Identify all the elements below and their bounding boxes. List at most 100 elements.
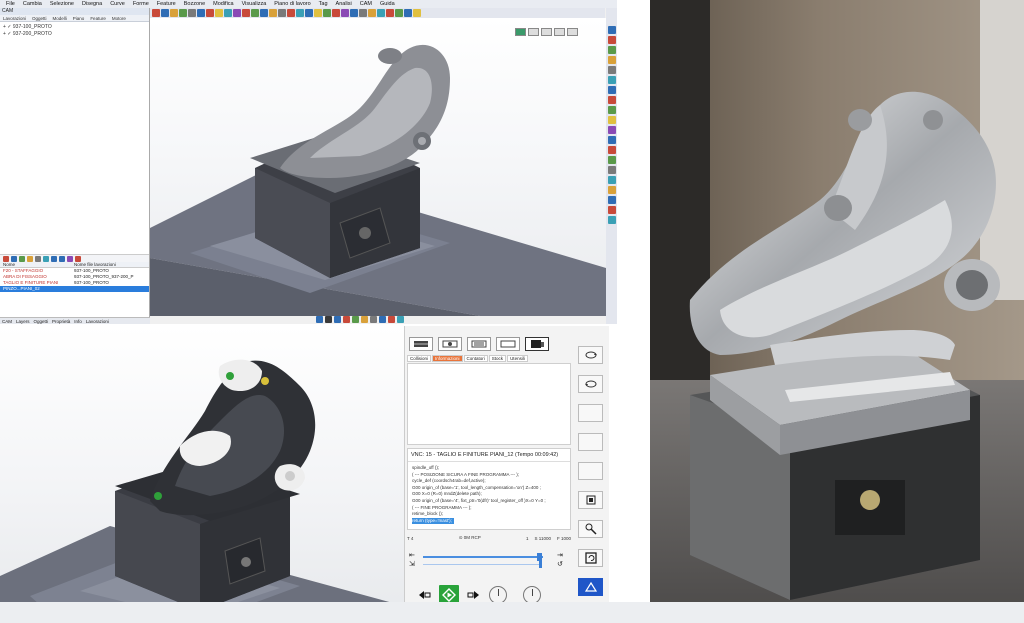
stock-view-button[interactable] <box>409 337 433 351</box>
tool-icon[interactable] <box>332 9 340 17</box>
tool-icon[interactable] <box>296 9 304 17</box>
bottom-tab[interactable]: Lavorazioni <box>84 318 111 324</box>
tool-icon[interactable] <box>161 9 169 17</box>
tree-item[interactable]: + ✓ 937-200_PROTO <box>3 31 146 38</box>
sim-tab[interactable]: Stock <box>488 355 507 362</box>
panel-tab[interactable]: Motore <box>109 15 129 21</box>
tool-icon[interactable] <box>607 106 616 114</box>
view-front-icon[interactable] <box>554 28 565 36</box>
menu-item-piano-di-lavoro[interactable]: Piano di lavoro <box>270 0 314 8</box>
rotate-view-button[interactable] <box>578 346 603 364</box>
tool-icon[interactable] <box>607 186 616 194</box>
step-forward-button[interactable] <box>467 589 481 601</box>
sim-tab[interactable]: Utensili <box>507 355 528 362</box>
tool-icon[interactable] <box>350 9 358 17</box>
sim-tab[interactable]: Informazioni <box>432 355 463 362</box>
tool-icon[interactable] <box>607 206 616 214</box>
menu-item-disegna[interactable]: Disegna <box>78 0 106 8</box>
tool-icon[interactable] <box>224 9 232 17</box>
tool-icon[interactable] <box>607 96 616 104</box>
bottom-tab[interactable]: Info <box>72 318 84 324</box>
tool-icon[interactable] <box>413 9 421 17</box>
tool-icon[interactable] <box>343 316 350 323</box>
bottom-tab[interactable]: CAM <box>0 318 14 324</box>
tool-icon[interactable] <box>379 316 386 323</box>
machine-view-button[interactable] <box>525 337 549 351</box>
menu-item-bozzone[interactable]: Bozzone <box>180 0 209 8</box>
tool-icon[interactable] <box>215 9 223 17</box>
sim-tab[interactable]: Collisioni <box>407 355 432 362</box>
tool-icon[interactable] <box>179 9 187 17</box>
tool-icon[interactable] <box>287 9 295 17</box>
tool-icon[interactable] <box>341 9 349 17</box>
tool-icon[interactable] <box>607 136 616 144</box>
tool-icon[interactable] <box>395 9 403 17</box>
step-back-button[interactable] <box>417 589 431 601</box>
tool-icon[interactable] <box>170 9 178 17</box>
tool-icon[interactable] <box>316 316 323 323</box>
tool-icon[interactable] <box>607 116 616 124</box>
toolpath-view-button[interactable] <box>467 337 491 351</box>
view-top-icon[interactable] <box>541 28 552 36</box>
bottom-tab[interactable]: Layers <box>14 318 32 324</box>
menu-item-selezione[interactable]: Selezione <box>46 0 78 8</box>
speed-slider-handle[interactable] <box>539 561 542 568</box>
tool-icon[interactable] <box>607 126 616 134</box>
reset-button[interactable] <box>578 549 603 567</box>
tool-icon[interactable] <box>152 9 160 17</box>
tool-icon[interactable] <box>386 9 394 17</box>
cad-viewport[interactable] <box>150 18 606 316</box>
tool-icon[interactable] <box>361 316 368 323</box>
help-icon[interactable] <box>607 216 616 224</box>
panel-tab[interactable]: Piano <box>70 15 88 21</box>
tool-icon[interactable] <box>404 9 412 17</box>
rewind-icon[interactable]: ⇤ <box>409 551 415 559</box>
machine-button[interactable] <box>578 491 603 509</box>
tool-icon[interactable] <box>260 9 268 17</box>
tool-icon[interactable] <box>607 56 616 64</box>
tool-icon[interactable] <box>397 316 404 323</box>
menu-item-modifica[interactable]: Modifica <box>209 0 237 8</box>
tool-icon[interactable] <box>607 176 616 184</box>
bottom-tab[interactable]: Proprietà <box>50 318 72 324</box>
tool-icon[interactable] <box>206 9 214 17</box>
menu-item-analisi[interactable]: Analisi <box>332 0 356 8</box>
speed-reset-icon[interactable]: ↺ <box>557 560 563 568</box>
menu-item-visualizza[interactable]: Visualizza <box>238 0 271 8</box>
menu-item-cam[interactable]: CAM <box>356 0 376 8</box>
menu-item-file[interactable]: File <box>2 0 19 8</box>
tool-icon[interactable] <box>188 9 196 17</box>
blank-button[interactable] <box>578 462 603 480</box>
progress-slider-handle[interactable] <box>537 553 543 561</box>
outline-view-button[interactable] <box>496 337 520 351</box>
view-side-icon[interactable] <box>567 28 578 36</box>
sim-tab[interactable]: Contatori <box>463 355 488 362</box>
tool-icon[interactable] <box>305 9 313 17</box>
orbit-view-button[interactable] <box>578 375 603 393</box>
panel-tab[interactable]: Feature <box>87 15 109 21</box>
tool-icon[interactable] <box>197 9 205 17</box>
tool-icon[interactable] <box>607 76 616 84</box>
panel-tab[interactable]: Modelli <box>50 15 70 21</box>
tool-icon[interactable] <box>388 316 395 323</box>
panel-tab[interactable]: Lavorazioni <box>0 15 29 21</box>
menu-item-curve[interactable]: Curve <box>106 0 129 8</box>
tool-icon[interactable] <box>607 46 616 54</box>
tool-view-button[interactable] <box>438 337 462 351</box>
tool-icon[interactable] <box>323 9 331 17</box>
tool-icon[interactable] <box>607 36 616 44</box>
menu-item-feature[interactable]: Feature <box>153 0 180 8</box>
tree-item[interactable]: + ✓ 937-100_PROTO <box>3 24 146 31</box>
tool-icon[interactable] <box>352 316 359 323</box>
tool-icon[interactable] <box>607 86 616 94</box>
bottom-tab[interactable]: Oggetti <box>32 318 51 324</box>
blank-button[interactable] <box>578 433 603 451</box>
tool-icon[interactable] <box>607 166 616 174</box>
tool-icon[interactable] <box>325 316 332 323</box>
menu-item-tag[interactable]: Tag <box>315 0 332 8</box>
view-shaded-icon[interactable] <box>515 28 526 36</box>
tool-icon[interactable] <box>368 9 376 17</box>
simulation-viewport[interactable] <box>0 326 404 623</box>
tool-icon[interactable] <box>607 196 616 204</box>
tool-icon[interactable] <box>377 9 385 17</box>
